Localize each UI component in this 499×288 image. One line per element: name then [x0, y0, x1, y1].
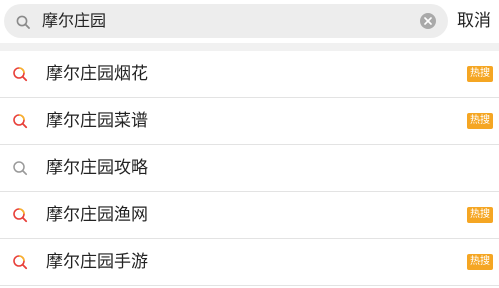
- divider: [0, 43, 499, 51]
- suggestion-item[interactable]: 摩尔庄园烟花 热搜: [0, 51, 499, 98]
- hot-search-icon: [12, 207, 28, 223]
- suggestion-label: 摩尔庄园手游: [46, 252, 148, 272]
- suggestion-item[interactable]: 摩尔庄园菜谱 热搜: [0, 98, 499, 145]
- hot-badge: 热搜: [467, 113, 493, 129]
- suggestion-item[interactable]: 摩尔庄园渔网 热搜: [0, 192, 499, 239]
- hot-search-icon: [12, 66, 28, 82]
- hot-badge: 热搜: [467, 66, 493, 82]
- search-input[interactable]: 摩尔庄园: [4, 4, 448, 38]
- hot-badge: 热搜: [467, 254, 493, 270]
- hot-search-icon: [12, 113, 28, 129]
- suggestion-item[interactable]: 摩尔庄园攻略: [0, 145, 499, 192]
- suggestion-label: 摩尔庄园渔网: [46, 205, 148, 225]
- suggestion-label: 摩尔庄园烟花: [46, 64, 148, 84]
- cancel-button[interactable]: 取消: [457, 10, 499, 32]
- search-icon: [16, 14, 30, 29]
- search-bar: 摩尔庄园 取消: [0, 0, 499, 43]
- clear-icon[interactable]: [420, 13, 436, 29]
- suggestion-label: 摩尔庄园菜谱: [46, 111, 148, 131]
- hot-search-icon: [12, 254, 28, 270]
- suggestion-item[interactable]: 摩尔庄园手游 热搜: [0, 239, 499, 286]
- suggestion-label: 摩尔庄园攻略: [46, 158, 148, 178]
- hot-badge: 热搜: [467, 207, 493, 223]
- suggestion-list: 摩尔庄园烟花 热搜 摩尔庄园菜谱 热搜 摩尔庄园攻略 摩尔庄园渔网 热搜 摩尔庄园手游 热搜: [0, 51, 499, 286]
- search-query: 摩尔庄园: [42, 11, 107, 30]
- search-icon: [12, 160, 28, 176]
